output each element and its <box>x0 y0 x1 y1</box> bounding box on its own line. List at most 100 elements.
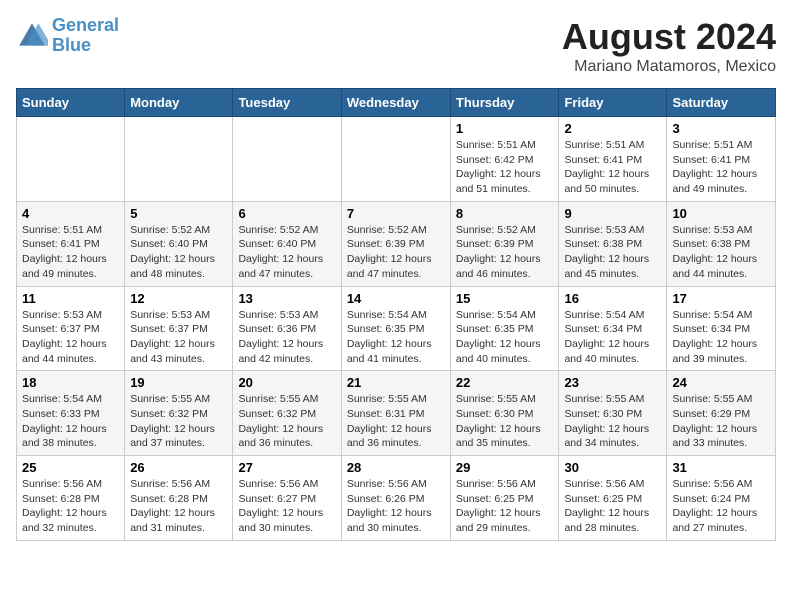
day-info: Sunrise: 5:51 AMSunset: 6:41 PMDaylight:… <box>22 223 119 282</box>
day-info: Sunrise: 5:51 AMSunset: 6:41 PMDaylight:… <box>672 138 770 197</box>
calendar-cell <box>17 117 125 202</box>
header-sunday: Sunday <box>17 89 125 117</box>
day-number: 11 <box>22 291 119 306</box>
day-info: Sunrise: 5:56 AMSunset: 6:24 PMDaylight:… <box>672 477 770 536</box>
day-number: 29 <box>456 460 554 475</box>
day-info: Sunrise: 5:56 AMSunset: 6:28 PMDaylight:… <box>22 477 119 536</box>
day-number: 20 <box>238 375 335 390</box>
day-info: Sunrise: 5:52 AMSunset: 6:39 PMDaylight:… <box>456 223 554 282</box>
day-info: Sunrise: 5:56 AMSunset: 6:25 PMDaylight:… <box>456 477 554 536</box>
day-info: Sunrise: 5:54 AMSunset: 6:34 PMDaylight:… <box>564 308 661 367</box>
day-number: 30 <box>564 460 661 475</box>
calendar-cell: 7 Sunrise: 5:52 AMSunset: 6:39 PMDaylight… <box>341 201 450 286</box>
calendar-cell <box>341 117 450 202</box>
main-title: August 2024 <box>562 16 776 58</box>
calendar-cell: 15 Sunrise: 5:54 AMSunset: 6:35 PMDayligh… <box>450 286 559 371</box>
day-info: Sunrise: 5:51 AMSunset: 6:42 PMDaylight:… <box>456 138 554 197</box>
day-info: Sunrise: 5:54 AMSunset: 6:35 PMDaylight:… <box>347 308 445 367</box>
day-info: Sunrise: 5:53 AMSunset: 6:37 PMDaylight:… <box>22 308 119 367</box>
day-number: 21 <box>347 375 445 390</box>
calendar-cell: 13 Sunrise: 5:53 AMSunset: 6:36 PMDayligh… <box>233 286 341 371</box>
calendar-cell: 24 Sunrise: 5:55 AMSunset: 6:29 PMDayligh… <box>667 371 776 456</box>
calendar-table: SundayMondayTuesdayWednesdayThursdayFrid… <box>16 88 776 541</box>
header-tuesday: Tuesday <box>233 89 341 117</box>
header-monday: Monday <box>125 89 233 117</box>
calendar-cell: 20Sunrise: 5:55 AMSunset: 6:32 PMDayligh… <box>233 371 341 456</box>
day-info: Sunrise: 5:56 AMSunset: 6:27 PMDaylight:… <box>238 477 335 536</box>
week-row-0: 1 Sunrise: 5:51 AMSunset: 6:42 PMDaylight… <box>17 117 776 202</box>
calendar-cell <box>233 117 341 202</box>
day-info: Sunrise: 5:52 AMSunset: 6:39 PMDaylight:… <box>347 223 445 282</box>
day-info: Sunrise: 5:56 AMSunset: 6:28 PMDaylight:… <box>130 477 227 536</box>
week-row-4: 25 Sunrise: 5:56 AMSunset: 6:28 PMDayligh… <box>17 456 776 541</box>
day-info: Sunrise: 5:52 AMSunset: 6:40 PMDaylight:… <box>238 223 335 282</box>
day-number: 22 <box>456 375 554 390</box>
calendar-cell: 8 Sunrise: 5:52 AMSunset: 6:39 PMDaylight… <box>450 201 559 286</box>
calendar-cell: 26 Sunrise: 5:56 AMSunset: 6:28 PMDayligh… <box>125 456 233 541</box>
day-number: 31 <box>672 460 770 475</box>
calendar-cell: 18Sunrise: 5:54 AMSunset: 6:33 PMDayligh… <box>17 371 125 456</box>
calendar-cell: 22 Sunrise: 5:55 AMSunset: 6:30 PMDayligh… <box>450 371 559 456</box>
day-info: Sunrise: 5:55 AMSunset: 6:31 PMDaylight:… <box>347 392 445 451</box>
calendar-cell <box>125 117 233 202</box>
day-number: 1 <box>456 121 554 136</box>
calendar-cell: 21 Sunrise: 5:55 AMSunset: 6:31 PMDayligh… <box>341 371 450 456</box>
day-number: 26 <box>130 460 227 475</box>
day-number: 16 <box>564 291 661 306</box>
day-number: 8 <box>456 206 554 221</box>
calendar-cell: 28 Sunrise: 5:56 AMSunset: 6:26 PMDayligh… <box>341 456 450 541</box>
day-info: Sunrise: 5:56 AMSunset: 6:26 PMDaylight:… <box>347 477 445 536</box>
logo-icon <box>16 20 48 52</box>
day-number: 4 <box>22 206 119 221</box>
day-info: Sunrise: 5:55 AMSunset: 6:30 PMDaylight:… <box>564 392 661 451</box>
week-row-3: 18Sunrise: 5:54 AMSunset: 6:33 PMDayligh… <box>17 371 776 456</box>
calendar-cell: 10 Sunrise: 5:53 AMSunset: 6:38 PMDayligh… <box>667 201 776 286</box>
day-number: 14 <box>347 291 445 306</box>
calendar-cell: 12Sunrise: 5:53 AMSunset: 6:37 PMDayligh… <box>125 286 233 371</box>
day-number: 18 <box>22 375 119 390</box>
calendar-cell: 29 Sunrise: 5:56 AMSunset: 6:25 PMDayligh… <box>450 456 559 541</box>
calendar-cell: 23 Sunrise: 5:55 AMSunset: 6:30 PMDayligh… <box>559 371 667 456</box>
day-number: 23 <box>564 375 661 390</box>
day-info: Sunrise: 5:55 AMSunset: 6:32 PMDaylight:… <box>130 392 227 451</box>
day-info: Sunrise: 5:53 AMSunset: 6:37 PMDaylight:… <box>130 308 227 367</box>
calendar-cell: 14 Sunrise: 5:54 AMSunset: 6:35 PMDayligh… <box>341 286 450 371</box>
day-number: 15 <box>456 291 554 306</box>
day-number: 6 <box>238 206 335 221</box>
calendar-cell: 11 Sunrise: 5:53 AMSunset: 6:37 PMDayligh… <box>17 286 125 371</box>
calendar-cell: 31 Sunrise: 5:56 AMSunset: 6:24 PMDayligh… <box>667 456 776 541</box>
calendar-cell: 6 Sunrise: 5:52 AMSunset: 6:40 PMDaylight… <box>233 201 341 286</box>
day-number: 28 <box>347 460 445 475</box>
header-thursday: Thursday <box>450 89 559 117</box>
day-number: 24 <box>672 375 770 390</box>
day-number: 7 <box>347 206 445 221</box>
day-number: 3 <box>672 121 770 136</box>
day-info: Sunrise: 5:51 AMSunset: 6:41 PMDaylight:… <box>564 138 661 197</box>
day-number: 5 <box>130 206 227 221</box>
week-row-1: 4 Sunrise: 5:51 AMSunset: 6:41 PMDaylight… <box>17 201 776 286</box>
day-info: Sunrise: 5:53 AMSunset: 6:36 PMDaylight:… <box>238 308 335 367</box>
day-info: Sunrise: 5:54 AMSunset: 6:35 PMDaylight:… <box>456 308 554 367</box>
day-number: 2 <box>564 121 661 136</box>
day-info: Sunrise: 5:52 AMSunset: 6:40 PMDaylight:… <box>130 223 227 282</box>
day-number: 13 <box>238 291 335 306</box>
day-number: 25 <box>22 460 119 475</box>
day-info: Sunrise: 5:53 AMSunset: 6:38 PMDaylight:… <box>672 223 770 282</box>
header-saturday: Saturday <box>667 89 776 117</box>
calendar-cell: 16 Sunrise: 5:54 AMSunset: 6:34 PMDayligh… <box>559 286 667 371</box>
header-row: SundayMondayTuesdayWednesdayThursdayFrid… <box>17 89 776 117</box>
day-info: Sunrise: 5:55 AMSunset: 6:30 PMDaylight:… <box>456 392 554 451</box>
calendar-cell: 19Sunrise: 5:55 AMSunset: 6:32 PMDayligh… <box>125 371 233 456</box>
title-area: August 2024 Mariano Matamoros, Mexico <box>562 16 776 76</box>
day-info: Sunrise: 5:53 AMSunset: 6:38 PMDaylight:… <box>564 223 661 282</box>
day-info: Sunrise: 5:56 AMSunset: 6:25 PMDaylight:… <box>564 477 661 536</box>
day-info: Sunrise: 5:55 AMSunset: 6:29 PMDaylight:… <box>672 392 770 451</box>
page-header: General Blue August 2024 Mariano Matamor… <box>16 16 776 76</box>
day-number: 17 <box>672 291 770 306</box>
week-row-2: 11 Sunrise: 5:53 AMSunset: 6:37 PMDayligh… <box>17 286 776 371</box>
logo: General Blue <box>16 16 119 56</box>
header-wednesday: Wednesday <box>341 89 450 117</box>
day-number: 10 <box>672 206 770 221</box>
header-friday: Friday <box>559 89 667 117</box>
calendar-cell: 4 Sunrise: 5:51 AMSunset: 6:41 PMDaylight… <box>17 201 125 286</box>
